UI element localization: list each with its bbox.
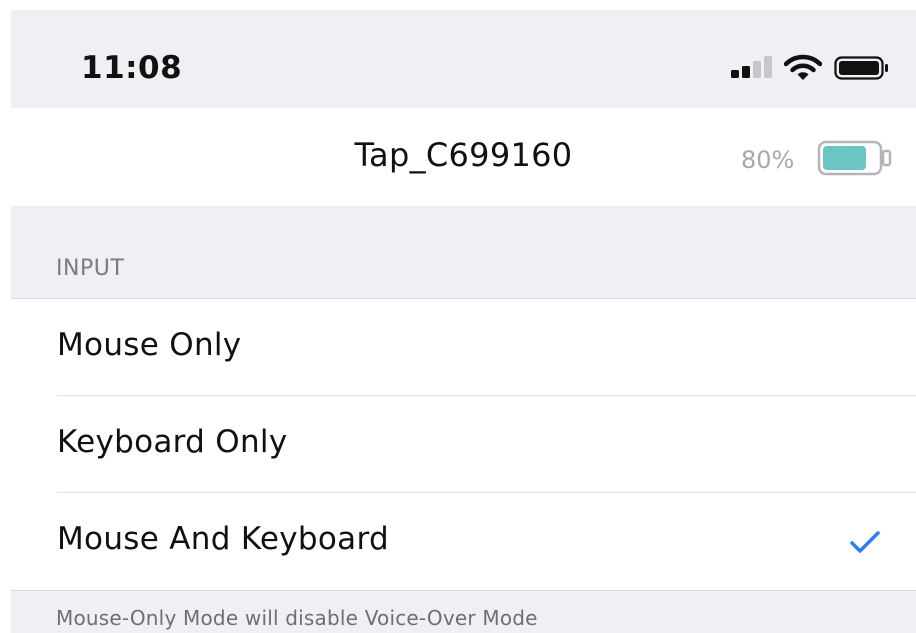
cellular-signal-icon [731,54,773,82]
battery-icon [834,56,888,80]
input-section-header: INPUT [11,206,916,298]
option-label: Mouse Only [57,327,242,363]
status-time: 11:08 [81,50,183,86]
option-mouse-only[interactable]: Mouse Only [11,299,916,396]
option-label: Keyboard Only [57,424,288,460]
device-battery-icon [817,140,892,176]
device-header: Tap_C699160 80% [11,108,916,206]
wifi-icon [784,54,822,80]
device-battery-fill [823,146,866,170]
checkmark-icon [850,531,880,553]
input-section-footer: Mouse-Only Mode will disable Voice-Over … [56,606,538,630]
input-options-list: Mouse Only Keyboard Only Mouse And Keybo… [11,298,916,591]
option-keyboard-only[interactable]: Keyboard Only [11,396,916,493]
input-section-title: INPUT [56,256,125,281]
option-label: Mouse And Keyboard [57,521,389,557]
device-battery-percent: 80% [741,146,795,174]
option-mouse-and-keyboard[interactable]: Mouse And Keyboard [11,493,916,590]
app-screen: 11:08 Tap_C699160 80% INPUT Mouse Only K… [11,10,916,633]
status-bar: 11:08 [11,10,916,108]
